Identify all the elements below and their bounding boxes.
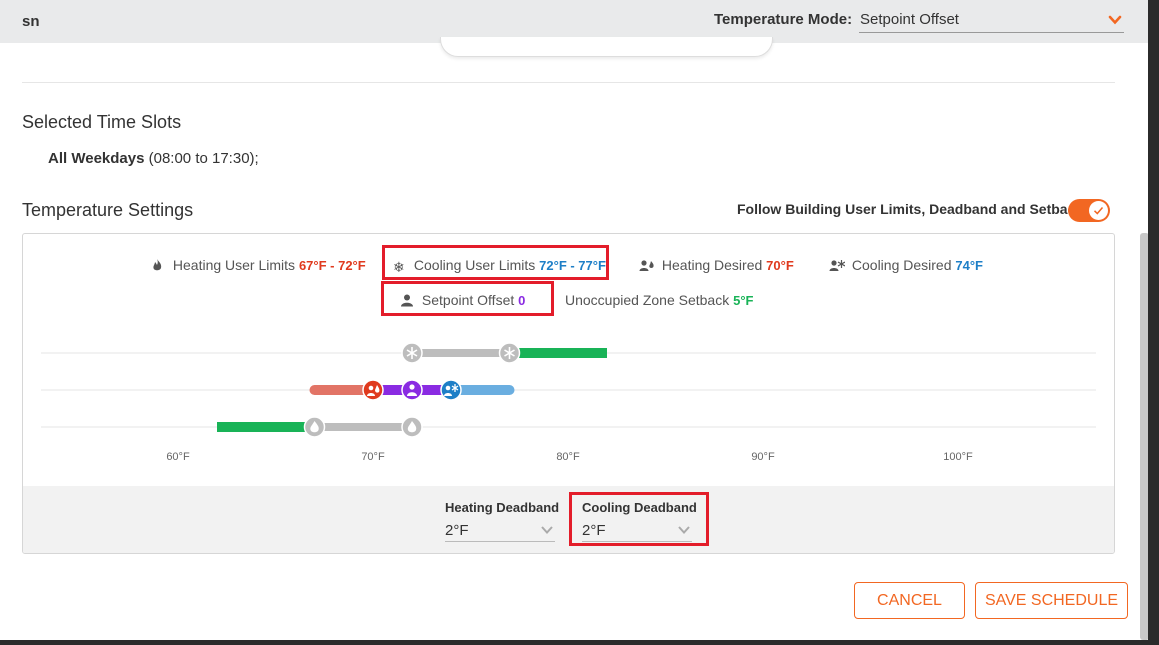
deadband-section: Heating Deadband 2°F Cooling Deadband 2°… <box>23 486 1114 553</box>
follow-building-label: Follow Building User Limits, Deadband an… <box>737 201 1084 217</box>
time-slot-entry: All Weekdays (08:00 to 17:30); <box>48 150 259 167</box>
temperature-mode-select[interactable]: Setpoint Offset <box>859 8 1124 33</box>
heating-deadband-label: Heating Deadband <box>445 500 560 515</box>
highlight-cooling-deadband <box>569 492 709 546</box>
legend-unoccupied-setback: Unoccupied Zone Setback 5°F <box>565 292 753 308</box>
cooling-desired-value: 74°F <box>955 258 983 273</box>
time-slot-range: (08:00 to 17:30); <box>144 150 259 167</box>
legend-cooling-desired: Cooling Desired 74°F <box>829 257 983 273</box>
axis-tick-label: 80°F <box>556 451 580 463</box>
highlight-setpoint-offset <box>381 281 554 316</box>
axis-tick-label: 100°F <box>943 451 973 463</box>
person-snowflake-icon <box>829 260 845 271</box>
chevron-down-icon <box>1108 15 1122 25</box>
heating-desired-label: Heating Desired <box>661 257 763 273</box>
axis-tick-label: 70°F <box>361 451 385 463</box>
legend-heating-desired: Heating Desired 70°F <box>639 257 794 273</box>
schedule-modal: sn Temperature Mode: Setpoint Offset Sel… <box>0 0 1148 640</box>
temperature-panel: Heating User Limits 67°F - 72°F ❄ Coolin… <box>22 233 1115 554</box>
heating-desired-handle <box>362 379 384 401</box>
axis-tick-label: 90°F <box>751 451 775 463</box>
axis-tick-label: 60°F <box>166 451 190 463</box>
heating-deadband-select[interactable]: 2°F <box>445 518 555 542</box>
cooling-desired-label: Cooling Desired <box>851 257 952 273</box>
toggle-knob <box>1089 201 1108 220</box>
person-icon <box>409 384 415 390</box>
highlight-cooling-limits <box>382 245 609 280</box>
time-slot-day: All Weekdays <box>48 150 145 167</box>
check-icon <box>1093 207 1104 215</box>
follow-building-toggle[interactable] <box>1068 199 1110 222</box>
flame-icon <box>153 259 162 271</box>
chevron-down-icon <box>541 526 553 534</box>
divider <box>22 82 1115 83</box>
person-flame-icon <box>639 260 654 271</box>
zone-name: sn <box>22 13 40 30</box>
scrollbar[interactable] <box>1140 233 1148 640</box>
person-flame-icon <box>368 385 374 391</box>
day-selector-edge <box>440 37 773 57</box>
heating-limits-value: 67°F - 72°F <box>298 258 366 273</box>
save-schedule-button[interactable]: SAVE SCHEDULE <box>975 582 1128 619</box>
cancel-button[interactable]: CANCEL <box>854 582 965 619</box>
person-snowflake-icon <box>445 385 451 391</box>
setpoint-handle <box>401 379 423 401</box>
temperature-range-slider: 60°F 70°F 80°F 90°F 100°F <box>41 342 1096 463</box>
legend-heating-limits: Heating User Limits 67°F - 72°F <box>150 257 366 273</box>
temperature-mode-label: Temperature Mode: <box>714 11 853 28</box>
setback-label: Unoccupied Zone Setback <box>565 292 730 308</box>
temperature-mode-value: Setpoint Offset <box>860 11 959 28</box>
heating-limits-label: Heating User Limits <box>172 257 296 273</box>
time-slots-title: Selected Time Slots <box>22 112 182 132</box>
heating-desired-value: 70°F <box>766 258 794 273</box>
heating-deadband-value: 2°F <box>445 522 469 539</box>
temperature-settings-title: Temperature Settings <box>22 200 194 220</box>
setback-value: 5°F <box>733 293 754 308</box>
